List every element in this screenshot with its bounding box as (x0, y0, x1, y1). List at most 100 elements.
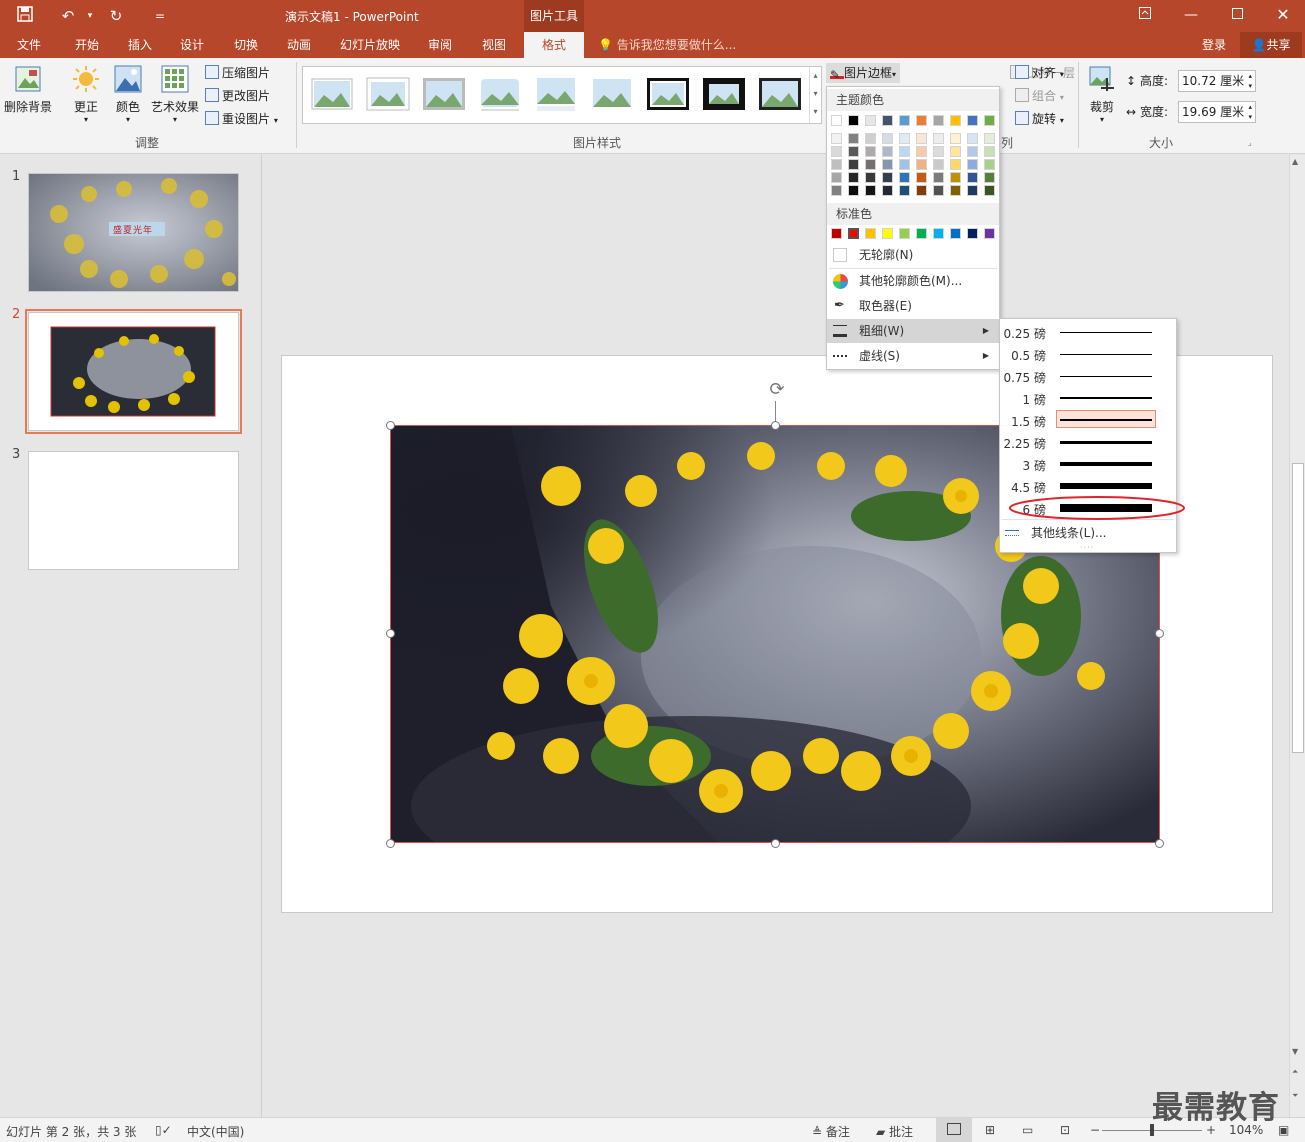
vertical-scrollbar[interactable]: ▲ ▼ ⏶ ⏷ (1289, 155, 1305, 1117)
resize-handle-e[interactable] (1155, 629, 1164, 638)
slide-sorter-icon[interactable]: ⊞ (985, 1123, 995, 1137)
theme-color-swatch[interactable] (984, 115, 995, 126)
theme-shade-swatch[interactable] (916, 185, 927, 196)
style-thumb-1[interactable] (309, 75, 355, 113)
theme-shade-swatch[interactable] (831, 172, 842, 183)
theme-shade-swatch[interactable] (882, 172, 893, 183)
tab-view[interactable]: 视图 (472, 32, 516, 58)
weight-option[interactable]: 0.5 磅 (1000, 343, 1176, 365)
close-icon[interactable]: ✕ (1272, 4, 1294, 26)
theme-shade-swatch[interactable] (831, 159, 842, 170)
artistic-effects-button[interactable]: 艺术效果 ▾ (149, 64, 201, 124)
theme-shade-swatch[interactable] (848, 185, 859, 196)
theme-shade-swatch[interactable] (967, 159, 978, 170)
dashes-item[interactable]: 虚线(S) ▶ (827, 344, 999, 368)
next-slide-icon[interactable]: ⏷ (1292, 1091, 1298, 1101)
theme-color-swatch[interactable] (950, 115, 961, 126)
tab-slideshow[interactable]: 幻灯片放映 (334, 32, 406, 58)
share-button[interactable]: 👤共享 (1240, 32, 1302, 58)
theme-shade-swatch[interactable] (848, 146, 859, 157)
weight-item[interactable]: 粗细(W) ▶ (827, 319, 999, 343)
dialog-launcher-icon[interactable]: ⌟ (1248, 138, 1252, 147)
style-thumb-8[interactable] (701, 75, 747, 113)
weight-option[interactable]: 0.25 磅 (1000, 321, 1176, 343)
height-input[interactable]: 10.72 厘米 ▴ ▾ (1178, 70, 1256, 92)
weight-option[interactable]: 0.75 磅 (1000, 365, 1176, 387)
scroll-up-icon[interactable]: ▲ (1292, 157, 1298, 166)
weight-option[interactable]: 3 磅 (1000, 453, 1176, 475)
more-lines-item[interactable]: 其他线条(L)... (1000, 521, 1176, 545)
theme-shade-swatch[interactable] (865, 146, 876, 157)
previous-slide-icon[interactable]: ⏶ (1292, 1067, 1298, 1077)
theme-shade-swatch[interactable] (984, 185, 995, 196)
resize-grip[interactable]: ···· (1080, 543, 1094, 552)
standard-color-swatch[interactable] (882, 228, 893, 239)
normal-view-button[interactable] (936, 1118, 972, 1142)
rotate-button[interactable]: 旋转 ▾ (1015, 109, 1064, 129)
theme-shade-swatch[interactable] (916, 159, 927, 170)
standard-color-swatch[interactable] (950, 228, 961, 239)
standard-color-swatch[interactable] (865, 228, 876, 239)
resize-handle-sw[interactable] (386, 839, 395, 848)
theme-color-swatch[interactable] (882, 115, 893, 126)
theme-shade-swatch[interactable] (984, 133, 995, 144)
compress-pictures-button[interactable]: 压缩图片 (205, 63, 270, 83)
theme-shade-swatch[interactable] (831, 185, 842, 196)
slideshow-icon[interactable]: ⊡ (1060, 1123, 1070, 1137)
theme-shade-swatch[interactable] (933, 133, 944, 144)
redo-icon[interactable]: ↻ (106, 6, 126, 26)
width-input[interactable]: 19.69 厘米 ▴ ▾ (1178, 101, 1256, 123)
theme-shade-swatch[interactable] (967, 133, 978, 144)
style-thumb-5[interactable] (533, 75, 579, 113)
theme-shade-swatch[interactable] (882, 146, 893, 157)
theme-shade-swatch[interactable] (899, 146, 910, 157)
theme-shade-swatch[interactable] (950, 172, 961, 183)
reset-picture-button[interactable]: 重设图片 ▾ (205, 109, 278, 129)
scroll-thumb[interactable] (1292, 463, 1304, 753)
rotation-handle-icon[interactable]: ⟳ (766, 379, 788, 401)
crop-button[interactable]: 裁剪 ▾ (1084, 64, 1120, 124)
resize-handle-se[interactable] (1155, 839, 1164, 848)
notes-button[interactable]: ≜ 备注 (812, 1123, 850, 1140)
theme-shade-swatch[interactable] (848, 133, 859, 144)
comments-button[interactable]: ▰ 批注 (876, 1123, 913, 1140)
tab-review[interactable]: 审阅 (418, 32, 462, 58)
theme-color-swatch[interactable] (967, 115, 978, 126)
theme-shade-swatch[interactable] (967, 146, 978, 157)
theme-shade-swatch[interactable] (933, 185, 944, 196)
theme-shade-swatch[interactable] (831, 133, 842, 144)
color-button[interactable]: 颜色 ▾ (102, 64, 154, 124)
style-thumb-4[interactable] (477, 75, 523, 113)
theme-shade-swatch[interactable] (899, 185, 910, 196)
theme-shade-swatch[interactable] (967, 172, 978, 183)
theme-shade-swatch[interactable] (882, 133, 893, 144)
style-thumb-7[interactable] (645, 75, 691, 113)
tell-me-search[interactable]: 💡 告诉我您想要做什么... (598, 32, 736, 58)
gallery-scroll[interactable]: ▴ ▾ ▾ (809, 67, 821, 123)
spellcheck-icon[interactable]: ▯✓ (155, 1123, 172, 1137)
theme-shade-swatch[interactable] (984, 146, 995, 157)
theme-shade-swatch[interactable] (916, 172, 927, 183)
tab-transitions[interactable]: 切换 (224, 32, 268, 58)
standard-color-swatch[interactable] (916, 228, 927, 239)
theme-color-swatch[interactable] (899, 115, 910, 126)
standard-color-swatch[interactable] (899, 228, 910, 239)
undo-dropdown-icon[interactable]: ▾ (80, 6, 100, 26)
style-thumb-6[interactable] (589, 75, 635, 113)
standard-color-swatch[interactable] (848, 228, 859, 239)
style-thumb-9[interactable] (757, 75, 803, 113)
zoom-out-icon[interactable]: − (1090, 1123, 1100, 1137)
remove-background-button[interactable]: 删除背景 (2, 64, 54, 115)
theme-shade-swatch[interactable] (882, 185, 893, 196)
change-picture-button[interactable]: 更改图片 (205, 86, 270, 106)
theme-color-swatch[interactable] (933, 115, 944, 126)
picture-border-button[interactable]: ✎ 图片边框▾ (826, 63, 901, 83)
theme-shade-swatch[interactable] (899, 133, 910, 144)
theme-shade-swatch[interactable] (848, 172, 859, 183)
theme-color-swatch[interactable] (848, 115, 859, 126)
undo-icon[interactable]: ↶ (58, 6, 78, 26)
theme-shade-swatch[interactable] (916, 146, 927, 157)
maximize-icon[interactable] (1226, 4, 1248, 26)
theme-color-swatch[interactable] (831, 115, 842, 126)
spinner-arrows-icon[interactable]: ▴ ▾ (1248, 71, 1252, 91)
